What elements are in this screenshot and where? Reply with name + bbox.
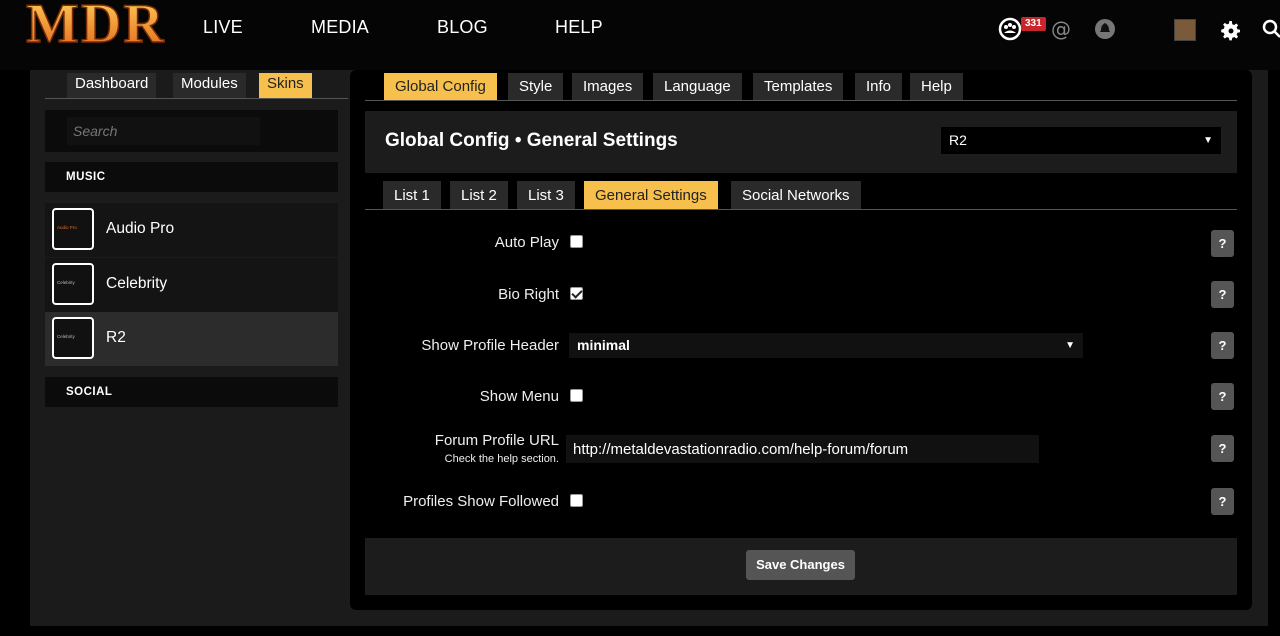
svg-text:@: @ xyxy=(1051,17,1071,41)
skin-select[interactable]: R2 ▼ xyxy=(941,127,1221,154)
notification-badge: 331 xyxy=(1021,17,1046,31)
bio-right-label: Bio Right xyxy=(498,286,559,303)
subtab-general-settings[interactable]: General Settings xyxy=(584,181,718,210)
chevron-down-icon: ▼ xyxy=(1203,135,1213,146)
help-button[interactable]: ? xyxy=(1211,281,1234,308)
tab-skins[interactable]: Skins xyxy=(259,73,312,99)
tab-help[interactable]: Help xyxy=(910,73,963,101)
bio-right-checkbox[interactable] xyxy=(570,287,583,300)
nav-blog[interactable]: BLOG xyxy=(437,17,488,38)
community-icon[interactable] xyxy=(998,17,1022,41)
top-navigation-bar: MDR LIVE MEDIA BLOG HELP 331 @ xyxy=(0,0,1280,70)
section-social[interactable]: SOCIAL xyxy=(45,377,338,407)
show-menu-label: Show Menu xyxy=(479,388,559,405)
skin-item-label: Audio Pro xyxy=(106,220,175,237)
nav-live[interactable]: LIVE xyxy=(203,17,243,38)
tabs-divider xyxy=(365,100,1237,101)
mentions-icon[interactable]: @ xyxy=(1049,17,1073,41)
tab-templates[interactable]: Templates xyxy=(753,73,844,101)
alerts-icon[interactable] xyxy=(1093,17,1117,41)
show-profile-header-label: Show Profile Header xyxy=(421,337,559,354)
subtab-list-3[interactable]: List 3 xyxy=(517,181,575,210)
skin-item-audio-pro[interactable]: Audio Pro Audio Pro xyxy=(45,203,338,257)
auto-play-label: Auto Play xyxy=(494,234,559,251)
auto-play-checkbox[interactable] xyxy=(570,235,583,248)
left-tabs: Dashboard Modules Skins xyxy=(45,73,338,99)
nav-media[interactable]: MEDIA xyxy=(311,17,369,38)
user-avatar[interactable] xyxy=(1174,19,1196,41)
help-button[interactable]: ? xyxy=(1211,332,1234,359)
help-button[interactable]: ? xyxy=(1211,230,1234,257)
tab-language[interactable]: Language xyxy=(653,73,742,101)
subtab-social-networks[interactable]: Social Networks xyxy=(731,181,861,210)
svg-text:MDR: MDR xyxy=(26,0,166,50)
skin-item-r2[interactable]: Celebrity R2 xyxy=(45,312,338,366)
mdr-logo[interactable]: MDR xyxy=(22,0,172,50)
profiles-show-followed-checkbox[interactable] xyxy=(570,494,583,507)
forum-profile-url-hint: Check the help section. xyxy=(444,453,559,465)
chevron-down-icon: ▼ xyxy=(1065,340,1075,351)
gear-icon[interactable] xyxy=(1219,19,1243,43)
tab-global-config[interactable]: Global Config xyxy=(384,73,497,101)
search-input[interactable] xyxy=(67,117,260,145)
save-changes-button[interactable]: Save Changes xyxy=(746,550,855,580)
tabs-divider xyxy=(45,98,348,99)
skin-item-celebrity[interactable]: Celebrity Celebrity xyxy=(45,258,338,312)
help-button[interactable]: ? xyxy=(1211,488,1234,515)
tab-images[interactable]: Images xyxy=(572,73,644,101)
help-button[interactable]: ? xyxy=(1211,383,1234,410)
search-icon[interactable] xyxy=(1262,18,1280,42)
subtabs-divider xyxy=(365,209,1237,210)
subtab-list-2[interactable]: List 2 xyxy=(450,181,508,210)
skin-item-label: Celebrity xyxy=(106,275,168,292)
tab-modules[interactable]: Modules xyxy=(173,73,246,99)
tab-dashboard[interactable]: Dashboard xyxy=(67,73,157,99)
subtab-list-1[interactable]: List 1 xyxy=(383,181,441,210)
section-music[interactable]: MUSIC xyxy=(45,162,338,192)
show-profile-header-select[interactable]: minimal ▼ xyxy=(569,333,1083,358)
nav-help[interactable]: HELP xyxy=(555,17,603,38)
skin-thumbnail: Celebrity xyxy=(52,317,94,359)
show-menu-checkbox[interactable] xyxy=(570,389,583,402)
skin-thumbnail: Celebrity xyxy=(52,263,94,305)
forum-profile-url-input[interactable] xyxy=(566,435,1039,463)
skin-item-label: R2 xyxy=(106,329,126,346)
help-button[interactable]: ? xyxy=(1211,435,1234,462)
tab-info[interactable]: Info xyxy=(855,73,903,101)
skin-thumbnail: Audio Pro xyxy=(52,208,94,250)
profiles-show-followed-label: Profiles Show Followed xyxy=(403,493,559,510)
forum-profile-url-label: Forum Profile URL xyxy=(434,432,559,449)
tab-style[interactable]: Style xyxy=(508,73,564,101)
page-title: Global Config • General Settings xyxy=(385,130,678,151)
